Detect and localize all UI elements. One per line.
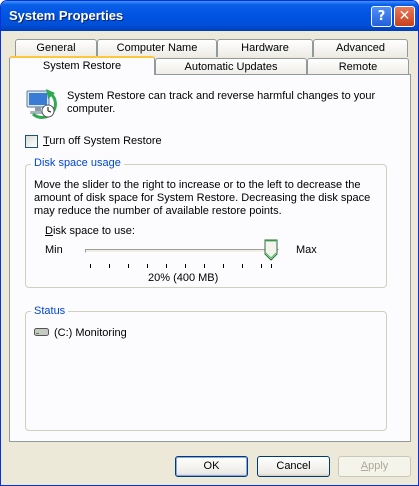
tab-general[interactable]: General xyxy=(15,39,97,57)
button-label: pply xyxy=(368,460,389,472)
tab-label: Computer Name xyxy=(116,42,198,54)
help-icon: ? xyxy=(377,9,386,24)
slider-tick xyxy=(90,264,91,268)
help-button[interactable]: ? xyxy=(371,6,392,27)
slider-tick xyxy=(128,264,129,268)
tab-label: System Restore xyxy=(42,60,122,72)
slider-max-label: Max xyxy=(296,244,317,256)
slider-tick xyxy=(109,264,110,268)
tab-advanced[interactable]: Advanced xyxy=(313,39,408,57)
turn-off-system-restore-checkbox[interactable] xyxy=(25,135,38,148)
tab-label: Automatic Updates xyxy=(184,61,278,73)
apply-button[interactable]: Apply xyxy=(338,456,411,477)
cancel-button[interactable]: Cancel xyxy=(257,456,330,477)
close-button[interactable]: ✕ xyxy=(394,6,415,27)
tab-computer-name[interactable]: Computer Name xyxy=(97,39,217,57)
window-title: System Properties xyxy=(9,8,124,23)
drive-icon xyxy=(34,328,49,336)
tab-hardware[interactable]: Hardware xyxy=(217,39,313,57)
accelerator-key: A xyxy=(360,460,369,472)
slider-tick xyxy=(147,264,148,268)
slider-min-label: Min xyxy=(45,244,63,256)
tab-label: Remote xyxy=(338,61,378,73)
disk-space-description: Move the slider to the right to increase… xyxy=(34,179,371,217)
disk-space-slider-track[interactable] xyxy=(85,249,279,253)
accelerator-key: D xyxy=(45,225,53,237)
slider-tick xyxy=(242,264,243,268)
close-icon: ✕ xyxy=(398,8,411,24)
title-bar[interactable]: System Properties ? ✕ xyxy=(1,1,418,31)
slider-tick xyxy=(166,264,167,268)
ok-button[interactable]: OK xyxy=(175,456,248,477)
tab-system-restore[interactable]: System Restore xyxy=(9,56,155,75)
label-text: urn off System Restore xyxy=(49,135,162,147)
slider-tick xyxy=(185,264,186,268)
label-text: isk space to use: xyxy=(52,225,135,237)
slider-tick xyxy=(261,264,262,268)
status-title: Status xyxy=(31,305,69,317)
slider-tick xyxy=(223,264,224,268)
disk-space-value: 20% (400 MB) xyxy=(148,272,219,284)
disk-space-to-use-label: Disk space to use: xyxy=(45,225,135,237)
intro-text: System Restore can track and reverse har… xyxy=(67,90,376,115)
button-label: Cancel xyxy=(276,460,311,472)
drive-state: Monitoring xyxy=(75,327,127,339)
disk-space-slider-thumb[interactable] xyxy=(264,239,278,261)
tab-label: Hardware xyxy=(241,42,289,54)
tab-label: Advanced xyxy=(336,42,385,54)
slider-tick xyxy=(204,264,205,268)
turn-off-system-restore-label[interactable]: Turn off System Restore xyxy=(43,135,162,147)
button-label: OK xyxy=(203,460,220,472)
slider-tick xyxy=(271,264,272,268)
system-restore-icon xyxy=(26,89,57,119)
status-drive-row: (C:) Monitoring xyxy=(54,327,127,339)
disk-space-usage-title: Disk space usage xyxy=(31,157,124,169)
drive-name: (C:) xyxy=(54,327,73,339)
tab-label: General xyxy=(36,42,76,54)
system-properties-window: System Properties ? ✕ General Computer N… xyxy=(0,0,419,486)
